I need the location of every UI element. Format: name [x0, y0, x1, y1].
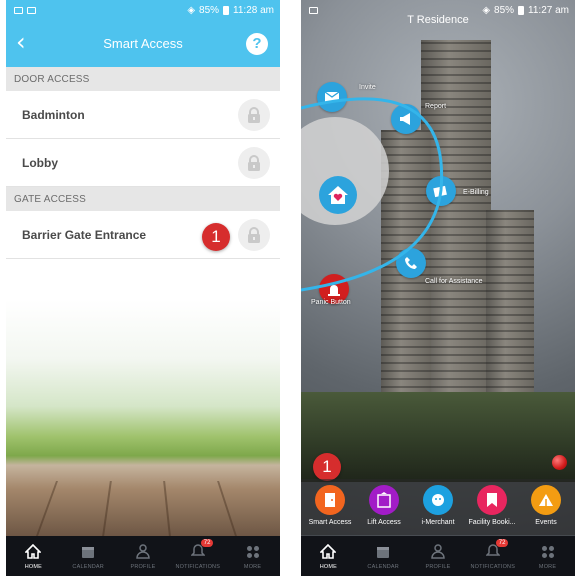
- lock-icon: [248, 106, 260, 123]
- nav-label: PROFILE: [130, 563, 156, 570]
- page-title: Smart Access: [103, 36, 183, 51]
- shortcut-lift-access[interactable]: Lift Access: [357, 479, 411, 535]
- nav-label: MORE: [538, 563, 557, 570]
- nav-profile[interactable]: PROFILE: [116, 543, 170, 570]
- help-button[interactable]: ?: [246, 33, 268, 55]
- section-header-gate-access: GATE ACCESS: [6, 187, 280, 211]
- home-icon: [25, 543, 42, 561]
- back-icon[interactable]: ‹: [16, 29, 40, 55]
- nav-label: MORE: [243, 563, 262, 570]
- door-icon: [315, 485, 345, 515]
- section-header-door-access: DOOR ACCESS: [6, 67, 280, 91]
- status-bar: ◈ 85% 11:28 am: [6, 0, 280, 20]
- bookmark-icon: [477, 485, 507, 515]
- shortcut-label: i-Merchant: [421, 519, 455, 526]
- lift-icon: [369, 485, 399, 515]
- bottom-nav: HOME CALENDAR PROFILE 72 NOTIFICATIONS M…: [6, 536, 280, 576]
- gate-name: Barrier Gate Entrance: [22, 227, 147, 242]
- nav-home[interactable]: HOME: [301, 543, 355, 570]
- shortcut-facility-booking[interactable]: Facility Booki...: [465, 479, 519, 535]
- profile-icon: [431, 543, 445, 561]
- wifi-icon: ◈: [187, 4, 196, 16]
- nav-label: PROFILE: [425, 563, 451, 570]
- lock-button[interactable]: [238, 218, 270, 251]
- shortcut-label: Facility Booki...: [468, 519, 516, 526]
- nav-calendar[interactable]: CALENDAR: [61, 543, 115, 570]
- nav-label: NOTIFICATIONS: [470, 563, 516, 570]
- lock-button[interactable]: [238, 146, 270, 179]
- nav-label: HOME: [24, 563, 43, 570]
- home-icon: [320, 543, 337, 561]
- smart-access-screen: ◈ 85% 11:28 am ‹ Smart Access ? DOOR ACC…: [6, 0, 280, 576]
- shortcut-i-merchant[interactable]: i-Merchant: [411, 479, 465, 535]
- battery-level: 85%: [199, 4, 220, 16]
- more-icon: [246, 543, 260, 561]
- lock-icon: [248, 226, 260, 243]
- shortcut-smart-access[interactable]: Smart Access: [303, 479, 357, 535]
- shortcut-label: Events: [535, 519, 557, 526]
- shortcut-label: Lift Access: [367, 519, 401, 526]
- shortcut-bar: Smart Access Lift Access i-Merchant Faci…: [301, 479, 575, 535]
- gate-row-barrier[interactable]: Barrier Gate Entrance 1: [6, 211, 280, 259]
- step-badge: 1: [202, 223, 230, 251]
- background-scenery: [6, 300, 280, 536]
- gallery-icon: [14, 6, 23, 14]
- nav-home[interactable]: HOME: [6, 543, 60, 570]
- nav-more[interactable]: MORE: [226, 543, 280, 570]
- nav-label: HOME: [319, 563, 338, 570]
- lock-button[interactable]: [238, 98, 270, 131]
- home-screen: ◈ 85% 11:27 am T Residence Invite Report…: [301, 0, 575, 576]
- battery-icon: [223, 5, 230, 15]
- nav-profile[interactable]: PROFILE: [411, 543, 465, 570]
- calendar-icon: [376, 543, 390, 561]
- nav-label: CALENDAR: [367, 563, 399, 570]
- door-row-badminton[interactable]: Badminton: [6, 91, 280, 139]
- nav-calendar[interactable]: CALENDAR: [356, 543, 410, 570]
- shortcut-events[interactable]: Events: [519, 479, 573, 535]
- more-icon: [541, 543, 555, 561]
- app-bar: ‹ Smart Access ?: [6, 20, 280, 67]
- calendar-icon: [81, 543, 95, 561]
- door-row-lobby[interactable]: Lobby: [6, 139, 280, 187]
- tent-icon: [531, 485, 561, 515]
- step-badge: 1: [313, 453, 341, 481]
- profile-icon: [136, 543, 150, 561]
- notification-count: 72: [495, 538, 509, 547]
- nav-notifications[interactable]: 72 NOTIFICATIONS: [171, 538, 225, 570]
- nav-notifications[interactable]: 72 NOTIFICATIONS: [466, 538, 520, 570]
- door-name: Lobby: [22, 155, 58, 170]
- bottom-nav: HOME CALENDAR PROFILE 72 NOTIFICATIONS M…: [301, 536, 575, 576]
- nav-label: CALENDAR: [72, 563, 104, 570]
- lock-icon: [248, 154, 260, 171]
- menu-arc: [301, 97, 444, 292]
- shortcut-label: Smart Access: [308, 519, 352, 526]
- floating-action-dot[interactable]: [552, 455, 567, 470]
- residence-title: T Residence: [407, 14, 469, 26]
- nav-label: NOTIFICATIONS: [175, 563, 221, 570]
- clock: 11:28 am: [233, 4, 274, 16]
- nav-more[interactable]: MORE: [521, 543, 575, 570]
- merchant-icon: [423, 485, 453, 515]
- notification-count: 72: [200, 538, 214, 547]
- screen-icon: [27, 6, 36, 14]
- screen-icon: [309, 6, 318, 14]
- door-name: Badminton: [22, 107, 85, 122]
